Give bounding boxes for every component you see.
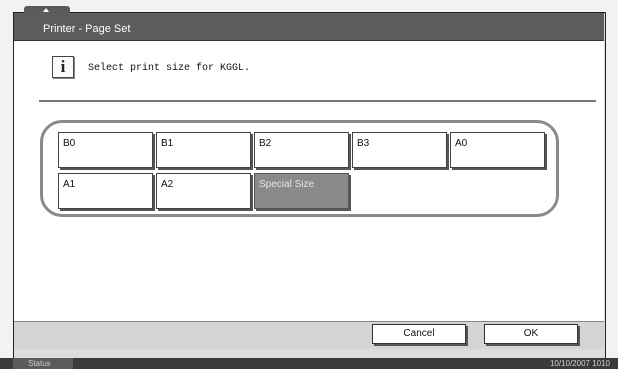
status-label: Status (28, 359, 51, 368)
status-bar: Status 10/10/2007 1010 (0, 358, 618, 369)
screen: Printer - Page Set i Select print size f… (0, 0, 618, 369)
up-arrow-icon (43, 8, 49, 12)
window-title: Printer - Page Set (43, 23, 131, 35)
paper-size-group: B0 B1 B2 B3 A0 A1 A2 Special Size (40, 120, 559, 217)
size-button-b0[interactable]: B0 (58, 132, 153, 168)
info-icon: i (52, 56, 74, 78)
size-button-a0[interactable]: A0 (450, 132, 545, 168)
ok-button[interactable]: OK (484, 324, 578, 344)
size-button-b1[interactable]: B1 (156, 132, 251, 168)
date-time: 10/10/2007 1010 (549, 359, 610, 368)
footer-bar: Cancel OK (14, 321, 604, 349)
message-box: i Select print size for KGGL. (39, 50, 596, 102)
size-button-a2[interactable]: A2 (156, 173, 251, 209)
message-text: Select print size for KGGL. (88, 63, 251, 74)
size-button-b2[interactable]: B2 (254, 132, 349, 168)
size-button-special-size[interactable]: Special Size (254, 173, 349, 209)
cancel-button[interactable]: Cancel (372, 324, 466, 344)
size-button-a1[interactable]: A1 (58, 173, 153, 209)
size-button-b3[interactable]: B3 (352, 132, 447, 168)
title-bar: Printer - Page Set (14, 13, 604, 41)
